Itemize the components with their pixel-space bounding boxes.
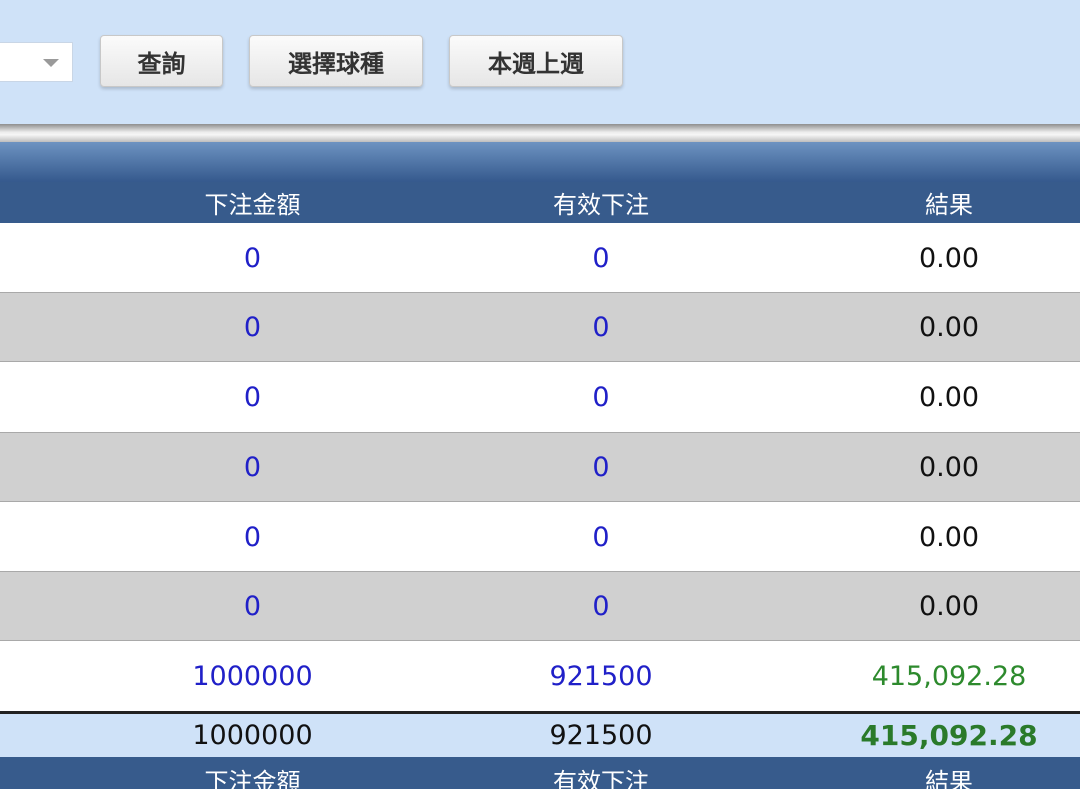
result-value: 0.00 xyxy=(918,311,980,343)
valid-bet-link[interactable]: 0 xyxy=(505,362,697,432)
valid-bet-link[interactable]: 0 xyxy=(505,502,697,572)
table-row: 0 0 0.00 xyxy=(0,292,1080,362)
valid-bet-link[interactable]: 921500 xyxy=(505,641,697,711)
result-value: 0.00 xyxy=(918,590,980,622)
total-row: 1000000 921500 415,092.28 xyxy=(0,711,1080,757)
sport-select[interactable] xyxy=(0,42,73,82)
divider-bar xyxy=(0,124,1080,142)
table-header: 下注金額 有效下注 結果 xyxy=(0,182,1080,223)
this-week-last-week-button[interactable]: 本週上週 xyxy=(449,35,623,87)
header-valid-bet: 有效下注 xyxy=(553,191,649,219)
total-bet-amount: 1000000 xyxy=(192,720,313,751)
footer-header-valid-bet: 有效下注 xyxy=(553,768,649,789)
valid-bet-link[interactable]: 0 xyxy=(505,223,697,293)
table-row: 0 0 0.00 xyxy=(0,571,1080,641)
bet-amount-link[interactable]: 0 xyxy=(0,572,505,640)
table-row: 0 0 0.00 xyxy=(0,223,1080,293)
valid-bet-link[interactable]: 0 xyxy=(505,572,697,640)
header-bet-amount: 下注金額 xyxy=(204,191,301,219)
table-title-band xyxy=(0,142,1080,182)
total-valid-bet: 921500 xyxy=(549,720,653,751)
table-footer-header: 下注金額 有效下注 結果 xyxy=(0,757,1080,789)
footer-header-result: 結果 xyxy=(925,768,973,789)
total-result: 415,092.28 xyxy=(860,719,1038,752)
table-row: 1000000 921500 415,092.28 xyxy=(0,641,1080,711)
table-row: 0 0 0.00 xyxy=(0,362,1080,432)
result-value: 0.00 xyxy=(918,451,980,483)
table-row: 0 0 0.00 xyxy=(0,502,1080,572)
bet-amount-link[interactable]: 0 xyxy=(0,223,505,293)
toolbar: 查詢 選擇球種 本週上週 xyxy=(0,0,1080,124)
result-value: 0.00 xyxy=(918,521,980,553)
bet-amount-link[interactable]: 0 xyxy=(0,433,505,501)
query-button[interactable]: 查詢 xyxy=(100,35,223,87)
footer-header-bet-amount: 下注金額 xyxy=(204,768,301,789)
table-row: 0 0 0.00 xyxy=(0,432,1080,502)
bet-amount-link[interactable]: 1000000 xyxy=(0,641,505,711)
result-value: 0.00 xyxy=(918,381,980,413)
bet-amount-link[interactable]: 0 xyxy=(0,502,505,572)
valid-bet-link[interactable]: 0 xyxy=(505,433,697,501)
valid-bet-link[interactable]: 0 xyxy=(505,293,697,361)
chevron-down-icon[interactable] xyxy=(43,59,59,67)
bet-amount-link[interactable]: 0 xyxy=(0,293,505,361)
select-sport-button[interactable]: 選擇球種 xyxy=(249,35,423,87)
result-value: 0.00 xyxy=(918,242,980,274)
bet-amount-link[interactable]: 0 xyxy=(0,362,505,432)
header-result: 結果 xyxy=(925,191,973,219)
result-value: 415,092.28 xyxy=(871,660,1027,692)
